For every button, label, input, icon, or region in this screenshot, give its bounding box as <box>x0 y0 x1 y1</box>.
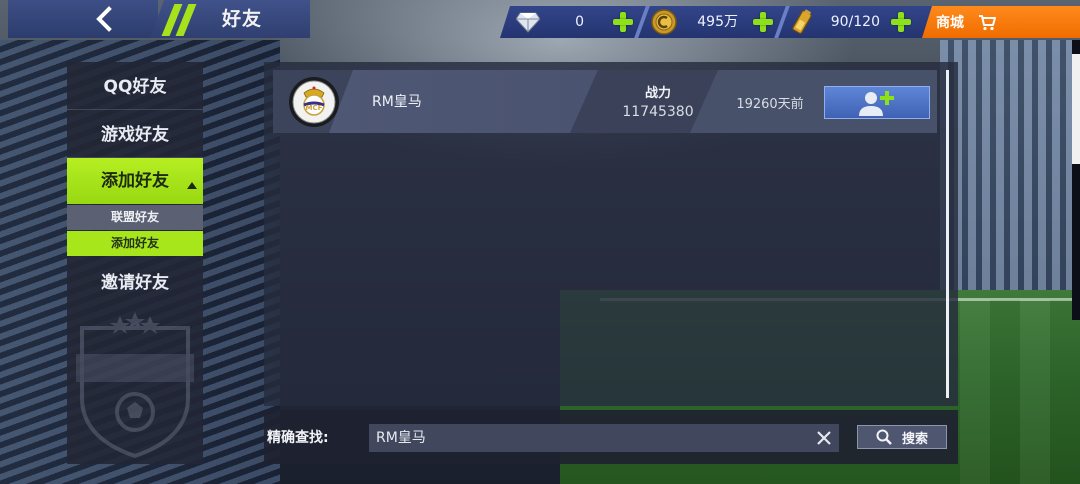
avatar: MCF <box>289 77 339 127</box>
stamina-resource <box>788 6 816 38</box>
sidebar-item-label: 添加好友 <box>101 171 169 191</box>
add-friend-icon <box>859 90 894 116</box>
search-button-label: 搜索 <box>901 431 928 447</box>
stamina-value: 90/120 <box>830 14 880 30</box>
shop-button[interactable]: 商城 <box>922 6 1080 38</box>
clear-search-button[interactable] <box>812 426 836 450</box>
top-bar: 好友 0 495万 90/120 商城 <box>0 0 1080 40</box>
battery-icon <box>788 8 816 36</box>
sidebar-item-qq-friends[interactable]: QQ好友 <box>67 64 203 110</box>
stadium-stands-right <box>940 40 1080 300</box>
friend-name: RM皇马 <box>372 94 422 110</box>
screen-edge-highlight <box>1072 54 1080 164</box>
sidebar-item-invite-friends[interactable]: 邀请好友 <box>67 260 203 306</box>
search-input-value: RM皇马 <box>376 430 426 446</box>
search-input[interactable] <box>369 424 839 452</box>
expand-arrow-icon <box>187 182 197 189</box>
search-label: 精确查找: <box>267 430 329 446</box>
back-button[interactable] <box>60 0 150 38</box>
close-icon <box>817 431 831 445</box>
diamond-value: 0 <box>575 14 584 30</box>
svg-text:MCF: MCF <box>306 104 323 112</box>
real-madrid-crest-icon: MCF <box>292 80 336 124</box>
chevron-left-icon <box>96 6 112 32</box>
sidebar-divider <box>67 109 203 110</box>
stamina-add-button[interactable] <box>890 11 912 33</box>
diamond-add-button[interactable] <box>612 11 634 33</box>
cart-icon <box>979 15 996 31</box>
coin-icon <box>650 8 678 36</box>
diamond-resource <box>514 6 542 38</box>
sidebar-subitem-add-friends[interactable]: 添加好友 <box>67 231 203 256</box>
page-title: 好友 <box>222 8 263 30</box>
add-friend-button[interactable] <box>824 86 930 119</box>
coin-resource <box>650 6 678 38</box>
pitch-stripes <box>960 300 1080 484</box>
diamond-icon <box>514 8 542 36</box>
shop-label: 商城 <box>936 15 964 31</box>
list-scrollbar[interactable] <box>946 70 949 398</box>
ultimate-shield-emblem-icon <box>76 312 194 458</box>
last-online-text: 19260天前 <box>736 97 804 112</box>
coin-add-button[interactable] <box>752 11 774 33</box>
sidebar-subitem-alliance-friends[interactable]: 联盟好友 <box>67 205 203 230</box>
sidebar-item-game-friends[interactable]: 游戏好友 <box>67 112 203 158</box>
search-button[interactable]: 搜索 <box>857 425 947 449</box>
search-icon <box>876 429 892 445</box>
sidebar-item-add-friends[interactable]: 添加好友 <box>67 158 203 204</box>
coin-value: 495万 <box>697 14 738 30</box>
title-slashes-decoration <box>158 4 200 36</box>
